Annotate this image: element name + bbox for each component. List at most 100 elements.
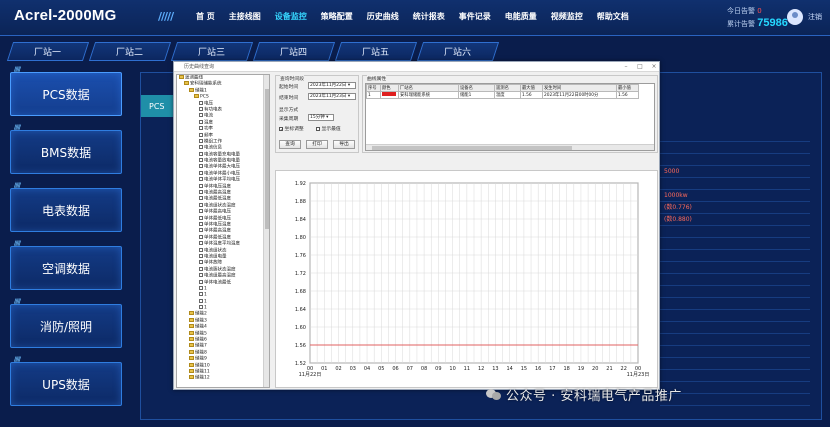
checkbox-icon[interactable] xyxy=(199,113,203,118)
checkbox-icon[interactable] xyxy=(199,183,203,188)
tree-node-label: 频率 xyxy=(204,133,213,139)
show-extreme-check-icon[interactable] xyxy=(316,126,320,131)
station-tab[interactable]: 厂站六 xyxy=(416,42,500,61)
x-tick-label: 21 xyxy=(606,366,612,372)
tree-node-label: 单体故障 xyxy=(204,260,222,266)
checkbox-icon[interactable] xyxy=(199,106,203,111)
column-header[interactable]: 最大值 xyxy=(520,84,543,92)
close-icon[interactable]: × xyxy=(650,63,658,70)
attributes-scroll-thumb[interactable] xyxy=(372,146,572,150)
data-row xyxy=(660,274,810,286)
axis-adjust-check-icon[interactable]: ✓ xyxy=(279,126,284,133)
station-tab[interactable]: 厂站四 xyxy=(252,42,336,61)
measurement-tree[interactable]: 遥测曲线 安科瑞储能系统 储能1 PCS 电压 有功电表 电流 温度 功率 频率 模组工作 电池信息电… xyxy=(176,74,270,388)
checkbox-icon[interactable] xyxy=(199,215,203,220)
column-header[interactable]: 序号 xyxy=(366,84,381,92)
checkbox-icon[interactable] xyxy=(199,305,203,310)
minimize-icon[interactable]: – xyxy=(622,63,630,70)
end-time-value: 2023年11月23日 xyxy=(310,94,347,99)
station-tab[interactable]: 厂站三 xyxy=(170,42,254,61)
axis-adjust-checkbox[interactable]: ✓ 坐标调整 xyxy=(279,125,304,133)
checkbox-icon[interactable] xyxy=(199,253,203,258)
checkbox-icon[interactable] xyxy=(199,247,203,252)
checkbox-icon[interactable] xyxy=(199,266,203,271)
checkbox-icon[interactable] xyxy=(199,151,203,156)
station-tab[interactable]: 厂站二 xyxy=(88,42,172,61)
checkbox-icon[interactable] xyxy=(199,100,203,105)
checkbox-icon[interactable] xyxy=(199,126,203,131)
checkbox-icon[interactable] xyxy=(199,170,203,175)
checkbox-icon[interactable] xyxy=(199,190,203,195)
checkbox-icon[interactable] xyxy=(199,132,203,137)
total-alarm-value: 75986 xyxy=(757,17,788,29)
user-avatar-icon[interactable] xyxy=(787,9,803,25)
checkbox-icon[interactable] xyxy=(199,292,203,297)
checkbox-icon[interactable] xyxy=(199,196,203,201)
alarm-value: 0 xyxy=(757,7,762,15)
table-row[interactable]: 1 安科瑞储能系统 储能1 温度 1.56 2023年11月22日00时00分 1.56 xyxy=(366,91,639,99)
query-legend: 查询时间段 xyxy=(280,75,304,82)
nav-item[interactable]: 策略配置 xyxy=(321,11,353,22)
column-header[interactable]: 设备名 xyxy=(458,84,495,92)
checkbox-icon[interactable] xyxy=(199,298,203,303)
checkbox-icon[interactable] xyxy=(199,285,203,290)
sidebar-item[interactable]: ///// 消防/照明 xyxy=(10,299,122,348)
column-header[interactable]: 遥测名 xyxy=(494,84,521,92)
checkbox-icon[interactable] xyxy=(199,177,203,182)
checkbox-icon[interactable] xyxy=(199,158,203,163)
data-row xyxy=(660,286,810,298)
checkbox-icon[interactable] xyxy=(199,228,203,233)
column-header[interactable]: 厂站名 xyxy=(398,84,459,92)
query-button[interactable]: 查询 xyxy=(279,140,301,149)
checkbox-icon[interactable] xyxy=(199,202,203,207)
tree-node-label: 1 xyxy=(204,305,207,311)
checkbox-icon[interactable] xyxy=(199,209,203,214)
tree-node-label: 储能6 xyxy=(195,337,207,343)
show-extreme-checkbox[interactable]: 显示最值 xyxy=(316,125,341,132)
curve-chart-svg: 1.92 1.88 1.84 1.80 1.76 1.72 1.68 1.64 1.60 1.56… xyxy=(295,181,650,378)
checkbox-icon[interactable] xyxy=(199,221,203,226)
sidebar-item[interactable]: ///// UPS数据 xyxy=(10,357,122,406)
tree-node[interactable]: 储能12 xyxy=(177,375,269,381)
checkbox-icon[interactable] xyxy=(199,279,203,284)
print-button[interactable]: 打印 xyxy=(306,140,328,149)
export-button[interactable]: 导出 xyxy=(333,140,355,149)
folder-icon xyxy=(189,317,194,322)
checkbox-icon[interactable] xyxy=(199,119,203,124)
x-tick-label: 11 xyxy=(464,366,470,372)
checkbox-icon[interactable] xyxy=(199,260,203,265)
folder-icon xyxy=(179,75,184,79)
checkbox-icon[interactable] xyxy=(199,145,203,150)
attributes-hscrollbar[interactable] xyxy=(366,144,654,150)
station-tab[interactable]: 厂站五 xyxy=(334,42,418,61)
checkbox-icon[interactable] xyxy=(199,273,203,278)
sidebar-item[interactable]: ///// 电表数据 xyxy=(10,183,122,232)
start-time-field[interactable]: 2023年11月22日 ▾ xyxy=(308,82,356,89)
nav-item[interactable]: 视频监控 xyxy=(551,11,583,22)
nav-item[interactable]: 首 页 xyxy=(196,11,215,22)
nav-item[interactable]: 帮助文档 xyxy=(597,11,629,22)
period-select[interactable]: 15分钟 ▾ xyxy=(308,114,334,121)
column-header[interactable]: 最小值 xyxy=(616,84,639,92)
maximize-icon[interactable]: □ xyxy=(636,63,644,70)
checkbox-icon[interactable] xyxy=(199,138,203,143)
sidebar-item[interactable]: ///// PCS数据 xyxy=(10,67,122,116)
checkbox-icon[interactable] xyxy=(199,164,203,169)
data-row xyxy=(660,142,810,154)
station-tab[interactable]: 厂站一 xyxy=(6,42,90,61)
logout-button[interactable]: 注销 xyxy=(808,12,822,22)
checkbox-icon[interactable] xyxy=(199,241,203,246)
checkbox-icon[interactable] xyxy=(199,234,203,239)
nav-item[interactable]: 历史曲线 xyxy=(367,11,399,22)
sidebar-item[interactable]: ///// BMS数据 xyxy=(10,125,122,174)
column-header[interactable]: 发生时间 xyxy=(542,84,617,92)
column-header[interactable]: 颜色 xyxy=(380,84,399,92)
nav-item[interactable]: 统计报表 xyxy=(413,11,445,22)
sidebar-item[interactable]: ///// 空调数据 xyxy=(10,241,122,290)
nav-item[interactable]: 主接线图 xyxy=(229,11,261,22)
end-time-field[interactable]: 2023年11月23日 ▾ xyxy=(308,93,356,100)
nav-item[interactable]: 事件记录 xyxy=(459,11,491,22)
nav-item[interactable]: 电能质量 xyxy=(505,11,537,22)
tree-node-label: 电池容量充电电量 xyxy=(204,152,240,158)
nav-item[interactable]: 设备监控 xyxy=(275,11,307,22)
